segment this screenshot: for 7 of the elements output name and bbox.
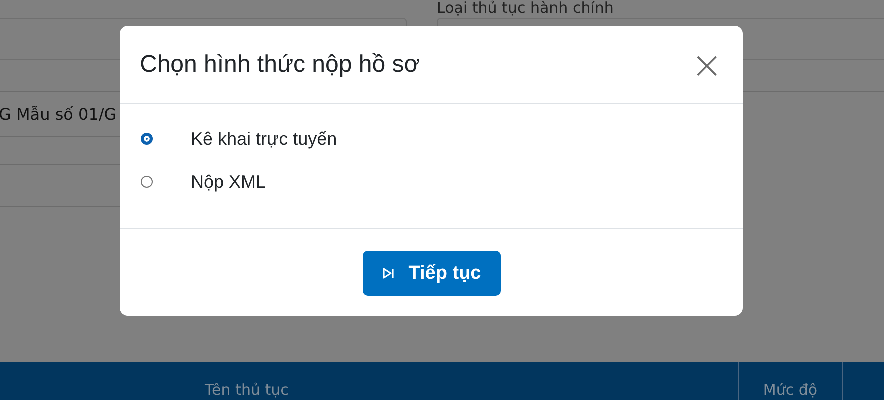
option-label: Nộp XML bbox=[191, 172, 266, 192]
column-header: Mức độ bbox=[763, 381, 818, 400]
option-label: Kê khai trực tuyến bbox=[191, 128, 338, 150]
field-label: Loại thủ tục hành chính bbox=[437, 0, 614, 17]
field-text: G Mẫu số 01/G bbox=[0, 104, 117, 124]
dialog-title: Chọn hình thức nộp hồ sơ bbox=[140, 50, 420, 78]
column-header: Tên thủ tục bbox=[205, 381, 289, 400]
